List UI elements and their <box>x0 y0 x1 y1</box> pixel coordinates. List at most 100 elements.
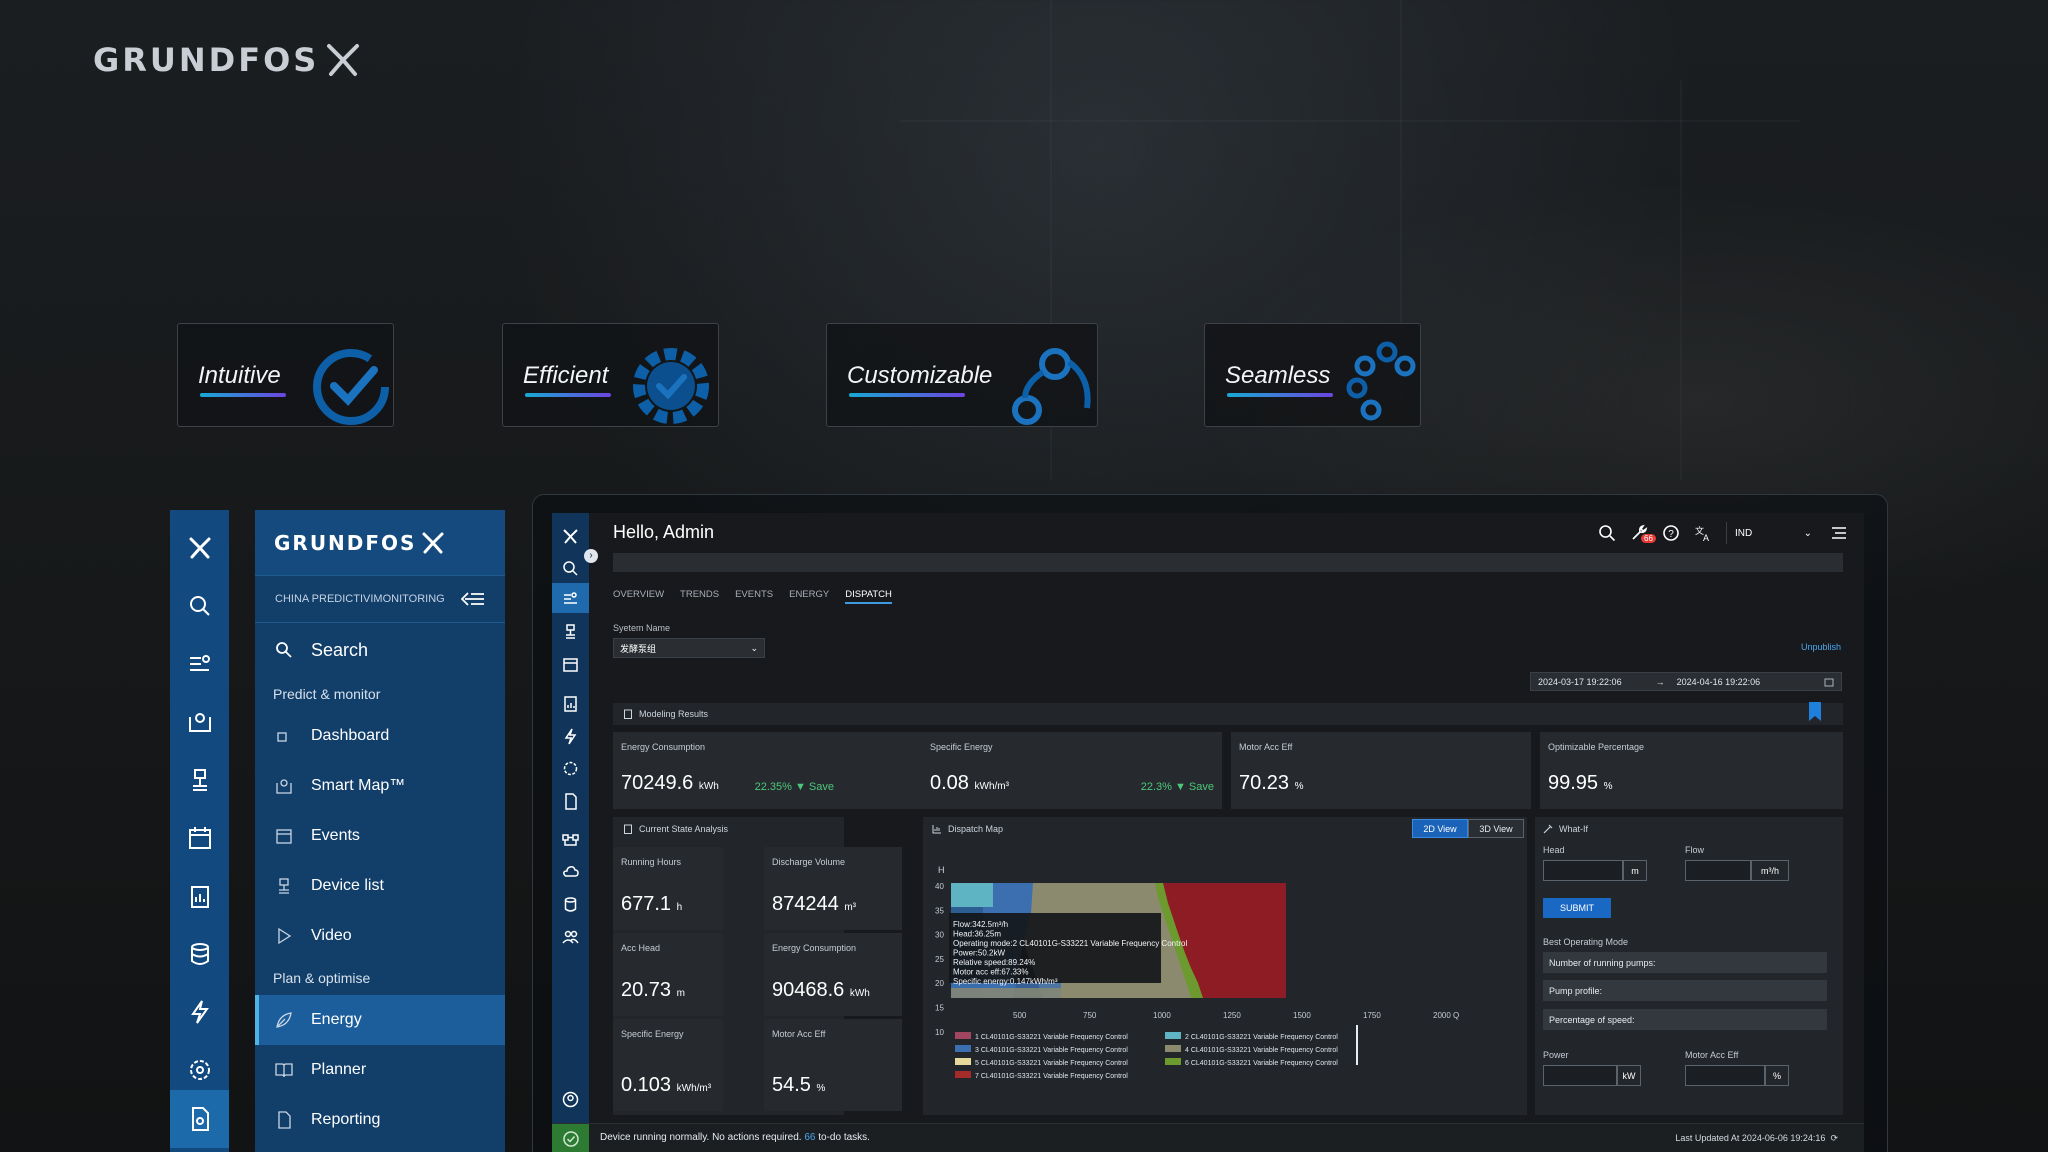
submit-button[interactable]: SUBMIT <box>1543 898 1611 918</box>
bg-line <box>1680 80 1682 480</box>
state-title: Energy Consumption <box>772 943 857 953</box>
app-rail-devices[interactable] <box>552 616 589 646</box>
menu-item-device-list[interactable]: Device list <box>255 861 505 911</box>
kpi-optimizable-percentage: Optimizable Percentage 99.95 % <box>1540 732 1843 809</box>
rail-calendar[interactable] <box>170 813 229 863</box>
todo-count[interactable]: 66 <box>804 1132 815 1143</box>
app-rail-network[interactable] <box>552 823 589 853</box>
app-rail-logo[interactable] <box>552 521 589 551</box>
tab-overview[interactable]: OVERVIEW <box>613 589 664 604</box>
menu-item-planner[interactable]: Planner <box>255 1045 505 1095</box>
view-2d-button[interactable]: 2D View <box>1412 819 1468 838</box>
y-axis-label: H <box>938 865 945 875</box>
app-rail-profile[interactable] <box>552 1084 589 1114</box>
brand-wordmark: GRUNDFOS <box>93 41 320 79</box>
app-rail-cloud[interactable] <box>552 856 589 886</box>
modeling-results-bar <box>613 703 1843 725</box>
rail-map[interactable] <box>170 697 229 747</box>
current-state-title: Current State Analysis <box>639 824 729 834</box>
head-input[interactable] <box>1543 860 1623 881</box>
dashboard-icon <box>277 732 287 742</box>
x-tick-label: 1000 <box>1153 1011 1171 1020</box>
app-rail-energy[interactable] <box>552 721 589 751</box>
rail-dashboard[interactable] <box>170 639 229 689</box>
rail-optimise[interactable] <box>170 1045 229 1095</box>
collapse-menu-icon[interactable] <box>461 591 485 607</box>
expand-rail-button[interactable]: › <box>584 549 598 563</box>
view-3d-button[interactable]: 3D View <box>1468 819 1524 838</box>
rail-search[interactable] <box>170 581 229 631</box>
head-label: Head <box>1543 845 1565 855</box>
menu-item-reporting[interactable]: Reporting <box>255 1095 505 1145</box>
unpublish-link[interactable]: Unpublish <box>1801 642 1841 652</box>
feature-label: Efficient <box>523 362 609 389</box>
refresh-icon[interactable]: ⟳ <box>1828 1133 1838 1143</box>
menu-item-energy[interactable]: Energy <box>255 995 505 1045</box>
y-tick-label: 20 <box>935 979 944 988</box>
tooltip-line: Specific energy:0.147kWh/m³ <box>953 977 1058 986</box>
state-energy-consumption: Energy Consumption 90468.6 kWh <box>764 933 902 1016</box>
grundfos-x-icon <box>563 528 578 544</box>
search-icon <box>563 560 578 576</box>
rail-database[interactable] <box>170 929 229 979</box>
dispatch-map-chart[interactable]: H 40 35 30 25 20 15 10 Flow:342.5m³/hHead:36.2… <box>923 843 1523 1115</box>
app-rail-report[interactable] <box>552 688 589 718</box>
menu-item-events[interactable]: Events <box>255 811 505 861</box>
legend-swatch <box>955 1058 971 1065</box>
rail-logo[interactable] <box>170 523 229 573</box>
menu-item-video[interactable]: Video <box>255 911 505 961</box>
chevron-down-icon: ⌄ <box>1803 527 1812 539</box>
modeling-results-title: Modeling Results <box>639 709 709 719</box>
power-label: Power <box>1543 1050 1569 1060</box>
status-text-after: to-do tasks. <box>818 1132 870 1143</box>
system-name-select[interactable]: 发酵泵组 ⌄ <box>613 638 765 658</box>
search-icon[interactable] <box>1598 524 1616 542</box>
tab-dispatch[interactable]: DISPATCH <box>845 589 892 604</box>
tab-energy[interactable]: ENERGY <box>789 589 829 604</box>
pump-icon <box>279 878 289 894</box>
chart-scrollbar[interactable] <box>1356 1025 1358 1065</box>
tab-trends[interactable]: TRENDS <box>680 589 719 604</box>
app-rail-database[interactable] <box>552 889 589 919</box>
kpi-number: 99.95 <box>1548 772 1599 794</box>
date-range-picker[interactable]: 2024-03-17 19:22:06 → 2024-04-16 19:22:0… <box>1530 672 1842 691</box>
legend-swatch <box>1165 1045 1181 1052</box>
tab-events[interactable]: EVENTS <box>735 589 773 604</box>
menu-item-smart-map[interactable]: Smart Map™ <box>255 761 505 811</box>
state-unit: m <box>676 988 685 999</box>
notifications[interactable]: 66 <box>1630 524 1656 543</box>
clipboard-icon <box>624 709 632 719</box>
rail-devices[interactable] <box>170 755 229 805</box>
document-gear-icon <box>565 792 577 810</box>
help-icon[interactable]: ? <box>1662 524 1680 542</box>
rail-planner[interactable] <box>170 1090 229 1148</box>
menu-lines-icon[interactable] <box>1830 524 1848 542</box>
state-discharge-volume: Discharge Volume 874244 m³ <box>764 847 902 930</box>
x-tick-label: 1500 <box>1293 1011 1311 1020</box>
state-number: 0.103 <box>621 1074 672 1096</box>
state-title: Discharge Volume <box>772 857 846 867</box>
feature-card-efficient: Efficient <box>502 323 719 427</box>
org-select[interactable]: IND ⌄ <box>1726 522 1816 544</box>
lightning-icon <box>190 1000 209 1024</box>
rail-report[interactable] <box>170 871 229 921</box>
app-rail-document[interactable] <box>552 786 589 816</box>
y-tick-label: 30 <box>935 931 944 940</box>
chevron-down-icon: ⌄ <box>750 642 758 653</box>
tooltip-line: Flow:342.5m³/h <box>953 920 1008 929</box>
menu-search[interactable]: Search <box>255 623 505 677</box>
app-rail-calendar[interactable] <box>552 649 589 679</box>
app-rail-users[interactable] <box>552 921 589 951</box>
bookmark-icon[interactable] <box>1808 702 1822 722</box>
feature-label: Intuitive <box>198 362 281 389</box>
database-icon <box>564 896 577 912</box>
translate-icon[interactable]: 文A <box>1694 524 1712 542</box>
rail-energy[interactable] <box>170 987 229 1037</box>
x-tick-label: 750 <box>1083 1011 1097 1020</box>
menu-item-dashboard[interactable]: Dashboard <box>255 711 505 761</box>
app-rail-optimise[interactable] <box>552 753 589 783</box>
legend-swatch <box>1165 1058 1181 1065</box>
chart-legend: 1 CL40101G-S33221 Variable Frequency Con… <box>955 1032 1338 1080</box>
app-rail-dashboard[interactable] <box>552 583 589 613</box>
flow-input[interactable] <box>1685 860 1751 881</box>
